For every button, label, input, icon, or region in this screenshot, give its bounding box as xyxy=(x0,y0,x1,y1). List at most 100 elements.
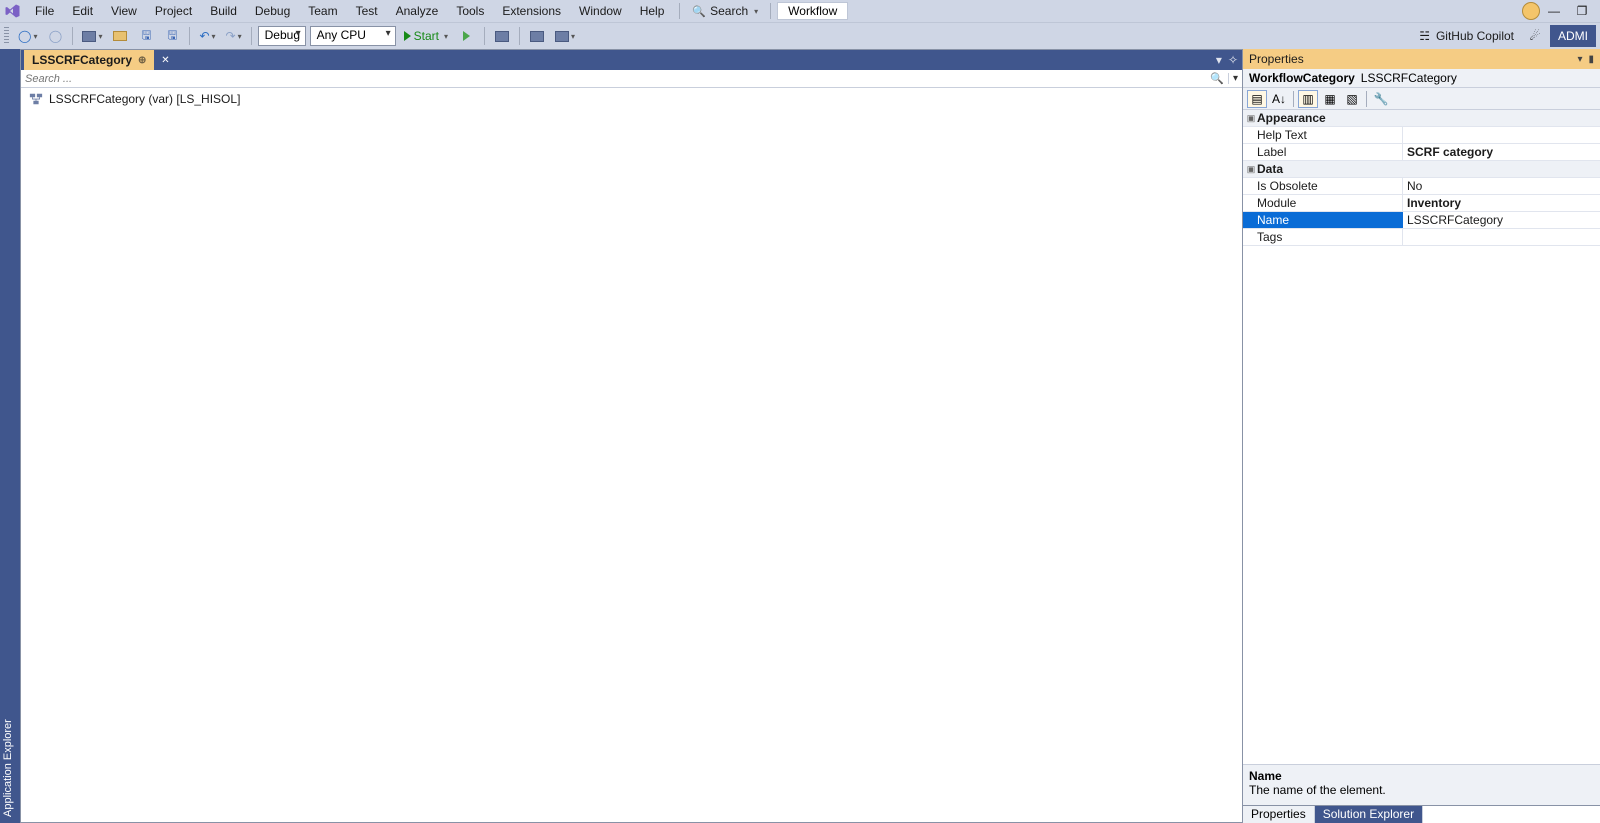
property-value[interactable]: Inventory xyxy=(1403,195,1600,211)
main-toolbar: ◯▾ ◯ ▾ 🖫 🖫 ↶▾ ↷▾ Debug Any CPU Start ▾ ▾… xyxy=(0,22,1600,49)
property-group[interactable]: ▣ Data xyxy=(1243,161,1600,178)
categorized-button[interactable]: ▤ xyxy=(1247,90,1267,108)
menu-file[interactable]: File xyxy=(26,1,63,21)
editor-search-row: 🔍 ▾ xyxy=(21,70,1242,88)
property-value[interactable]: SCRF category xyxy=(1403,144,1600,160)
tree-root-item[interactable]: LSSCRFCategory (var) [LS_HISOL] xyxy=(29,91,1234,107)
toolbar-btn-2[interactable] xyxy=(526,25,548,47)
menu-project[interactable]: Project xyxy=(146,1,201,21)
property-value[interactable]: LSSCRFCategory xyxy=(1403,212,1600,228)
module-icon xyxy=(495,31,509,42)
undo-icon: ↶ xyxy=(199,29,209,43)
tab-options-button[interactable]: ✧ xyxy=(1228,53,1238,67)
property-value[interactable]: No xyxy=(1403,178,1600,194)
feedback-button[interactable]: ☄ xyxy=(1524,25,1546,47)
properties-window-dropdown[interactable]: ▾ xyxy=(1577,54,1582,65)
document-tab[interactable]: LSSCRFCategory ⊕ xyxy=(24,50,154,70)
property-name: Name xyxy=(1243,212,1403,228)
save-all-button[interactable]: 🖫 xyxy=(161,25,183,47)
save-button[interactable]: 🖫 xyxy=(135,25,157,47)
nav-back-button[interactable]: ◯▾ xyxy=(15,25,40,47)
property-pages-button[interactable]: 🔧 xyxy=(1371,90,1391,108)
menu-help[interactable]: Help xyxy=(631,1,674,21)
collapse-icon[interactable]: ▣ xyxy=(1245,113,1257,124)
description-name: Name xyxy=(1249,769,1594,783)
menu-test[interactable]: Test xyxy=(347,1,387,21)
play-outline-icon xyxy=(463,31,470,41)
property-row[interactable]: Label SCRF category xyxy=(1243,144,1600,161)
nav-forward-button[interactable]: ◯ xyxy=(44,25,66,47)
save-all-icon: 🖫 xyxy=(167,26,177,47)
github-copilot-button[interactable]: ☵ GitHub Copilot xyxy=(1413,29,1520,43)
property-name: Help Text xyxy=(1243,127,1403,143)
application-explorer-tab[interactable]: Application Explorer xyxy=(0,49,20,823)
window-icon xyxy=(555,31,569,42)
properties-title: Properties xyxy=(1249,52,1304,66)
toolbar-separator xyxy=(1293,91,1294,107)
undo-button[interactable]: ↶▾ xyxy=(196,25,218,47)
property-tb-btn-4[interactable]: ▦ xyxy=(1320,90,1340,108)
solution-config-dropdown[interactable]: Debug xyxy=(258,26,306,46)
menu-extensions[interactable]: Extensions xyxy=(493,1,570,21)
property-value[interactable] xyxy=(1403,127,1600,143)
property-row[interactable]: Module Inventory xyxy=(1243,195,1600,212)
redo-button[interactable]: ↷▾ xyxy=(223,25,245,47)
tab-solution-explorer[interactable]: Solution Explorer xyxy=(1315,806,1423,823)
alphabetical-button[interactable]: A↓ xyxy=(1269,90,1289,108)
editor-search-input[interactable] xyxy=(21,72,1206,86)
property-row[interactable]: Is Obsolete No xyxy=(1243,178,1600,195)
tab-properties[interactable]: Properties xyxy=(1243,806,1315,823)
properties-toolbar: ▤ A↓ ▥ ▦ ▧ 🔧 xyxy=(1243,88,1600,110)
properties-object-header[interactable]: WorkflowCategory LSSCRFCategory xyxy=(1243,69,1600,88)
menubar-search[interactable]: 🔍 Search ▾ xyxy=(686,4,764,18)
property-tb-btn-5[interactable]: ▧ xyxy=(1342,90,1362,108)
menu-analyze[interactable]: Analyze xyxy=(387,1,448,21)
tab-overflow-button[interactable]: ▾ xyxy=(1216,53,1222,67)
new-project-button[interactable]: ▾ xyxy=(79,25,105,47)
chevron-down-icon: ▾ xyxy=(444,32,448,41)
property-group[interactable]: ▣ Appearance xyxy=(1243,110,1600,127)
collapse-icon[interactable]: ▣ xyxy=(1245,164,1257,175)
window-minimize[interactable]: — xyxy=(1540,2,1568,20)
active-doc-indicator[interactable]: Workflow xyxy=(777,2,848,20)
property-value[interactable] xyxy=(1403,229,1600,245)
menu-window[interactable]: Window xyxy=(570,1,631,21)
toolbar-separator xyxy=(484,27,485,45)
menu-view[interactable]: View xyxy=(102,1,146,21)
wrench-icon: 🔧 xyxy=(1374,92,1389,106)
search-icon[interactable]: 🔍 xyxy=(1206,72,1228,85)
solution-platform-dropdown[interactable]: Any CPU xyxy=(310,26,396,46)
start-debug-button[interactable]: Start ▾ xyxy=(400,25,452,47)
start-without-debug-button[interactable] xyxy=(456,25,478,47)
copilot-icon: ☵ xyxy=(1419,29,1430,43)
property-row[interactable]: Help Text xyxy=(1243,127,1600,144)
menu-tools[interactable]: Tools xyxy=(447,1,493,21)
toolbar-grip[interactable] xyxy=(4,27,9,45)
property-row[interactable]: Tags xyxy=(1243,229,1600,246)
property-tb-btn-3[interactable]: ▥ xyxy=(1298,90,1318,108)
save-icon: 🖫 xyxy=(141,26,151,47)
property-group-name: Appearance xyxy=(1257,111,1326,125)
properties-object-type: WorkflowCategory xyxy=(1249,71,1355,85)
user-avatar[interactable] xyxy=(1522,2,1540,20)
toolbar-btn-3[interactable]: ▾ xyxy=(552,25,578,47)
workspace: Application Explorer LSSCRFCategory ⊕ ✕ … xyxy=(0,49,1600,823)
open-file-button[interactable] xyxy=(109,25,131,47)
menu-debug[interactable]: Debug xyxy=(246,1,299,21)
property-row-selected[interactable]: Name LSSCRFCategory xyxy=(1243,212,1600,229)
window-restore[interactable]: ❐ xyxy=(1568,2,1596,20)
search-options-dropdown[interactable]: ▾ xyxy=(1228,73,1242,84)
property-name: Module xyxy=(1243,195,1403,211)
toolbar-separator xyxy=(251,27,252,45)
menu-team[interactable]: Team xyxy=(299,1,346,21)
pin-icon[interactable]: ⊕ xyxy=(138,55,146,66)
generic-icon: ▥ xyxy=(1302,92,1313,106)
window-icon xyxy=(530,31,544,42)
menu-build[interactable]: Build xyxy=(201,1,246,21)
menu-edit[interactable]: Edit xyxy=(63,1,102,21)
admin-badge[interactable]: ADMI xyxy=(1550,25,1596,47)
tab-tools: ▾ ✧ xyxy=(1216,50,1242,70)
document-tab-close[interactable]: ✕ xyxy=(156,50,174,70)
toolbar-btn-1[interactable] xyxy=(491,25,513,47)
properties-window-pin[interactable]: ▮ xyxy=(1588,54,1594,65)
